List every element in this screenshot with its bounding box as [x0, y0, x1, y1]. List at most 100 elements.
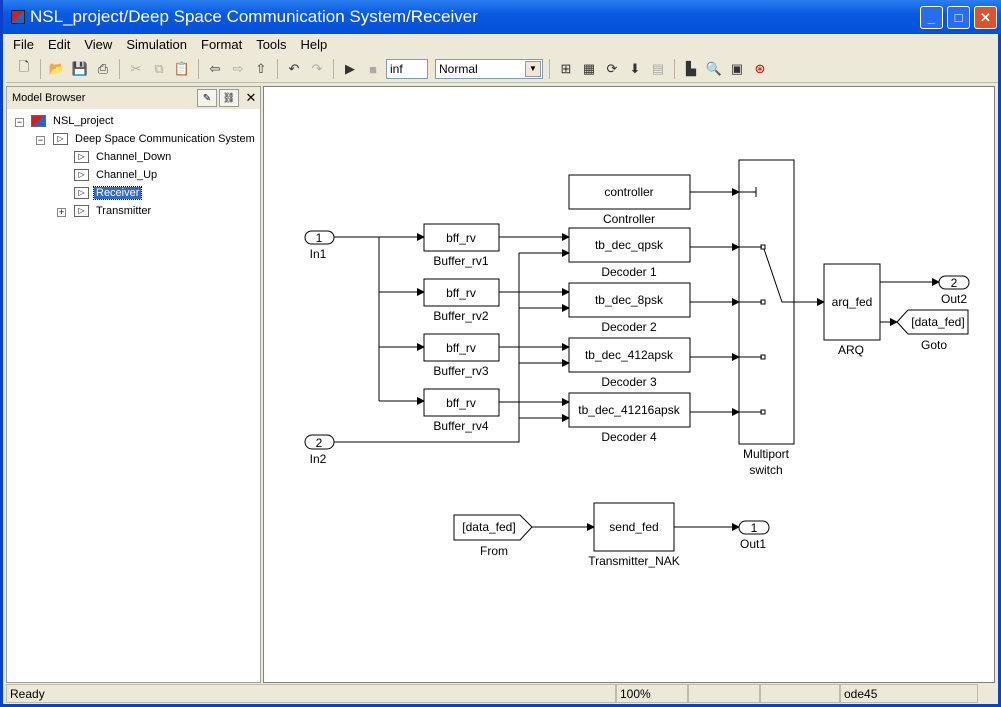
buffer-text: bff_rv	[446, 286, 476, 300]
decoder-label: Decoder 2	[601, 320, 657, 334]
simulink-app-icon	[11, 10, 25, 24]
status-zoom: 100%	[616, 684, 688, 703]
status-field	[760, 684, 840, 703]
tree-item-channel-down[interactable]: ▷ Channel_Down	[74, 149, 173, 165]
undo-icon[interactable]: ↶	[284, 59, 304, 79]
stop-icon[interactable]: ■	[363, 59, 383, 79]
redo-icon[interactable]: ↷	[307, 59, 327, 79]
subsystem-icon: ▷	[74, 151, 89, 163]
status-solver: ode45	[840, 684, 978, 703]
menu-help[interactable]: Help	[294, 37, 335, 52]
tree-item-channel-up[interactable]: ▷ Channel_Up	[74, 167, 159, 183]
back-icon[interactable]: ⇦	[205, 59, 225, 79]
subsystem-icon: ▷	[74, 205, 89, 217]
out2-number: 2	[951, 276, 958, 290]
tree-item-deep-space[interactable]: ▷ Deep Space Communication System	[53, 131, 257, 147]
decoder-label: Decoder 4	[601, 430, 657, 444]
print-icon[interactable]: ⎙	[93, 59, 113, 79]
forward-icon[interactable]: ⇨	[228, 59, 248, 79]
buffer-label: Buffer_rv2	[433, 309, 488, 323]
controller-label: Controller	[603, 212, 655, 226]
arq-label: ARQ	[838, 343, 864, 357]
out1-number: 1	[751, 521, 758, 535]
title-bar: NSL_project/Deep Space Communication Sys…	[3, 0, 1001, 34]
tree-item-transmitter[interactable]: ▷ Transmitter	[74, 203, 153, 219]
nak-label: Transmitter_NAK	[588, 554, 680, 568]
goto-label: Goto	[921, 338, 947, 352]
decoder-text: tb_dec_412apsk	[585, 348, 674, 362]
play-icon[interactable]: ▶	[340, 59, 360, 79]
switch-label: switch	[749, 463, 782, 477]
minimize-button[interactable]: _	[920, 6, 943, 29]
cut-icon[interactable]: ✂	[126, 59, 146, 79]
save-icon[interactable]: 💾	[70, 59, 90, 79]
status-field	[688, 684, 760, 703]
sim-mode-select[interactable]: Normal ▼	[435, 59, 543, 79]
decoder-text: tb_dec_qpsk	[595, 238, 664, 252]
update-diagram-icon[interactable]: ⊞	[556, 59, 576, 79]
decoder-label: Decoder 3	[601, 375, 657, 389]
buffer-label: Buffer_rv4	[433, 419, 488, 433]
show-masked-icon[interactable]: ⛓	[219, 89, 239, 107]
tree-item-nsl-project[interactable]: NSL_project	[31, 113, 116, 129]
window-title: NSL_project/Deep Space Communication Sys…	[30, 7, 478, 26]
stop-time-input[interactable]	[386, 59, 428, 79]
menu-tools[interactable]: Tools	[249, 37, 293, 52]
subsystem-icon: ▷	[74, 169, 89, 181]
menu-file[interactable]: File	[6, 37, 41, 52]
simulink-window: NSL_project/Deep Space Communication Sys…	[0, 0, 1001, 707]
menu-bar: File Edit View Simulation Format Tools H…	[6, 34, 334, 54]
debug-icon[interactable]: ⊛	[750, 59, 770, 79]
model-browser-header: Model Browser ✎ ⛓ ✕	[7, 87, 260, 109]
menu-format[interactable]: Format	[194, 37, 249, 52]
buffer-text: bff_rv	[446, 396, 476, 410]
in1-label: In1	[310, 247, 327, 261]
nak-text: send_fed	[609, 520, 658, 534]
resize-grip-icon[interactable]	[978, 684, 998, 703]
goto-text: [data_fed]	[911, 315, 964, 329]
out1-label: Out1	[740, 537, 766, 551]
menu-view[interactable]: View	[77, 37, 119, 52]
copy-icon[interactable]: ⧉	[149, 59, 169, 79]
collapse-icon[interactable]: −	[15, 118, 24, 127]
library-browser-icon[interactable]: ▙	[681, 59, 701, 79]
menu-edit[interactable]: Edit	[41, 37, 77, 52]
model-browser-icon[interactable]: ▣	[727, 59, 747, 79]
subsystem-icon: ▷	[74, 187, 89, 199]
block-diagram: 1 In1 2 In2 bff_rv Buffer_rv1 bff_rv Buf…	[304, 159, 970, 568]
open-icon[interactable]: 📂	[47, 59, 67, 79]
paste-icon[interactable]: 📋	[172, 59, 192, 79]
up-icon[interactable]: ⇧	[251, 59, 271, 79]
in2-number: 2	[316, 436, 323, 450]
in1-number: 1	[316, 231, 323, 245]
status-text: Ready	[6, 684, 616, 703]
decoder-text: tb_dec_8psk	[595, 293, 664, 307]
menu-simulation[interactable]: Simulation	[119, 37, 194, 52]
tree-item-receiver[interactable]: ▷ Receiver	[74, 185, 143, 201]
buffer-text: bff_rv	[446, 231, 476, 245]
diagram-canvas[interactable]: 1 In1 2 In2 bff_rv Buffer_rv1 bff_rv Buf…	[263, 86, 995, 683]
close-browser-icon[interactable]: ✕	[241, 89, 261, 107]
from-text: [data_fed]	[462, 520, 515, 534]
new-icon[interactable]: 🗋	[14, 59, 34, 79]
expand-icon[interactable]: +	[57, 208, 66, 217]
subsystem-icon: ▷	[53, 133, 68, 145]
model-browser: Model Browser ✎ ⛓ ✕ − NSL_project − ▷ Dee…	[6, 86, 261, 683]
refresh-icon[interactable]: ⟳	[602, 59, 622, 79]
close-button[interactable]: ✕	[974, 6, 997, 29]
load-icon[interactable]: ⬇	[625, 59, 645, 79]
build-icon[interactable]: ▦	[579, 59, 599, 79]
collapse-icon[interactable]: −	[36, 136, 45, 145]
model-explorer-icon[interactable]: 🔍	[704, 59, 724, 79]
maximize-button[interactable]: □	[947, 6, 970, 29]
toolbar: 🗋 📂 💾 ⎙ ✂ ⧉ 📋 ⇦ ⇨ ⇧ ↶ ↷ ▶ ■ Normal▼ ⊞ ▦ …	[6, 56, 998, 83]
out2-label: Out2	[941, 292, 967, 306]
arq-text: arq_fed	[832, 295, 873, 309]
switch-label: Multiport	[743, 447, 790, 461]
status-bar: Ready 100% ode45	[6, 684, 998, 704]
decoder-label: Decoder 1	[601, 265, 657, 279]
disabled-build-icon[interactable]: ▤	[648, 59, 668, 79]
controller-text: controller	[604, 185, 653, 199]
show-libraries-icon[interactable]: ✎	[197, 89, 217, 107]
decoder-text: tb_dec_41216apsk	[578, 403, 680, 417]
